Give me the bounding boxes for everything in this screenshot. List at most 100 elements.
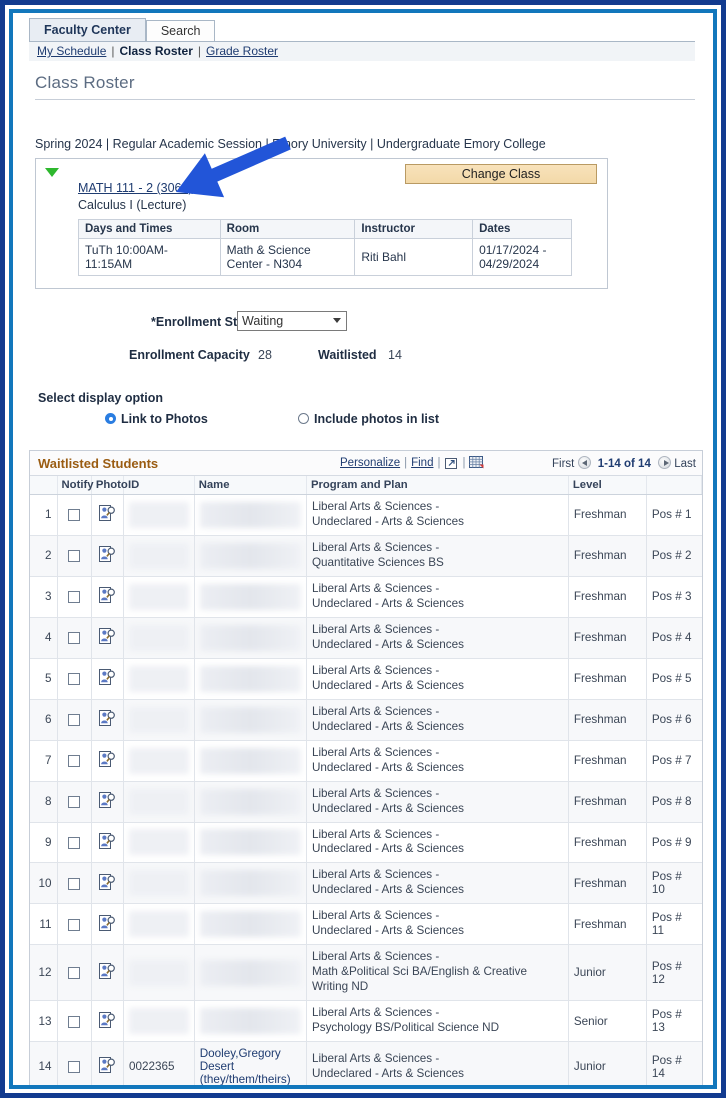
pagination-first[interactable]: First — [552, 458, 574, 470]
table-header-row: Notify Photo ID Name Program and Plan Le… — [30, 476, 703, 495]
notify-checkbox[interactable] — [68, 877, 81, 890]
enrollment-status-value: Waiting — [242, 314, 284, 328]
student-name-cell — [194, 494, 307, 536]
photo-search-icon[interactable] — [98, 832, 116, 853]
table-row: 6 Liberal Arts & Sciences - Undeclared - A… — [30, 699, 702, 741]
program-line: Liberal Arts & Sciences - — [311, 786, 440, 800]
breadcrumb-class-roster[interactable]: Class Roster — [120, 44, 193, 58]
photo-search-icon[interactable] — [98, 710, 116, 730]
program-and-plan-cell: Liberal Arts & Sciences - Undeclared - Ar… — [306, 699, 569, 741]
table-row: 10 Liberal Arts & Sciences - Undeclared - … — [30, 862, 702, 905]
program-line: Undeclared - Arts & Sciences — [311, 760, 464, 774]
photo-search-icon[interactable] — [98, 546, 116, 566]
meeting-col-dates: Dates — [472, 219, 572, 239]
notify-checkbox[interactable] — [68, 509, 81, 522]
academic-level-cell: Freshman — [568, 822, 647, 864]
photo-search-icon[interactable] — [98, 1011, 116, 1032]
row-number: 14 — [30, 1041, 58, 1085]
student-name-link[interactable]: Dooley,Gregory Desert (they/them/theirs) — [200, 1047, 291, 1085]
row-number: 10 — [30, 862, 58, 905]
pagination-last[interactable]: Last — [674, 458, 696, 470]
radio-include-photos-icon[interactable] — [298, 413, 309, 424]
photo-cell — [91, 740, 125, 782]
program-line: Math &Political Sci BA/English & Creativ… — [311, 965, 527, 979]
notify-checkbox[interactable] — [68, 591, 81, 604]
find-link[interactable]: Find — [411, 457, 433, 469]
waitlist-position-cell: Pos # 2 — [646, 535, 702, 577]
program-line: Undeclared - Arts & Sciences — [311, 842, 464, 856]
pagination-prev-arrow-icon[interactable] — [577, 456, 591, 469]
waitlist-position-cell: Pos # 11 — [646, 903, 702, 946]
photo-search-icon[interactable] — [98, 587, 116, 607]
class-link[interactable]: MATH 111 - 2 (3069) — [78, 181, 193, 195]
toolbar-separator-1: | — [404, 457, 408, 469]
program-line: Undeclared - Arts & Sciences — [311, 678, 464, 692]
pagination-next-arrow-icon[interactable] — [658, 456, 672, 469]
collapse-triangle-icon[interactable] — [45, 168, 59, 177]
download-to-spreadsheet-icon[interactable] — [469, 456, 485, 473]
photo-search-icon[interactable] — [98, 751, 116, 771]
program-and-plan-cell: Liberal Arts & Sciences - Math &Political… — [306, 944, 569, 1002]
academic-level-cell: Freshman — [568, 781, 647, 823]
notify-checkbox-cell — [57, 903, 92, 946]
photo-search-icon[interactable] — [98, 914, 116, 935]
breadcrumb-grade-roster[interactable]: Grade Roster — [206, 44, 278, 58]
program-line: Liberal Arts & Sciences - — [311, 909, 440, 923]
photo-search-icon[interactable] — [98, 1057, 116, 1077]
expand-window-icon[interactable] — [444, 456, 458, 473]
photo-search-icon[interactable] — [98, 628, 116, 648]
meeting-col-room: Room — [219, 219, 356, 239]
meeting-col-instructor: Instructor — [354, 219, 474, 239]
meeting-room-value: Math & Science Center - N304 — [219, 238, 356, 276]
change-class-button[interactable]: Change Class — [405, 164, 597, 184]
meeting-instructor-value: Riti Bahl — [354, 238, 474, 276]
program-line: Undeclared - Arts & Sciences — [311, 514, 464, 528]
tab-faculty-center[interactable]: Faculty Center — [29, 18, 146, 42]
notify-checkbox[interactable] — [68, 1061, 81, 1074]
grid-title: Waitlisted Students — [38, 456, 159, 471]
breadcrumb-my-schedule[interactable]: My Schedule — [37, 44, 106, 58]
waitlist-position-cell: Pos # 3 — [646, 576, 702, 618]
photo-search-icon[interactable] — [98, 669, 116, 689]
notify-checkbox[interactable] — [68, 673, 81, 686]
academic-level-cell: Junior — [568, 944, 647, 1002]
radio-include-photos[interactable]: Include photos in list — [298, 412, 439, 426]
tab-search[interactable]: Search — [145, 20, 216, 42]
program-and-plan-cell: Liberal Arts & Sciences - Undeclared - Ar… — [306, 903, 569, 946]
radio-link-to-photos-icon[interactable] — [105, 413, 116, 424]
notify-checkbox[interactable] — [68, 1015, 81, 1028]
photo-search-icon[interactable] — [98, 963, 116, 983]
notify-checkbox[interactable] — [68, 967, 81, 980]
notify-checkbox-cell — [57, 862, 92, 905]
notify-checkbox-cell — [57, 658, 92, 700]
enrollment-status-select[interactable]: Waiting — [237, 311, 347, 331]
radio-link-to-photos[interactable]: Link to Photos — [105, 412, 208, 426]
photo-cell — [91, 617, 125, 659]
notify-checkbox[interactable] — [68, 550, 81, 563]
notify-checkbox-cell — [57, 535, 92, 577]
redacted-id — [129, 624, 189, 651]
notify-checkbox[interactable] — [68, 795, 81, 808]
photo-cell — [91, 658, 125, 700]
redacted-name — [199, 665, 301, 692]
chevron-down-icon — [333, 318, 341, 323]
notify-checkbox[interactable] — [68, 632, 81, 645]
grid-toolbar: Personalize | Find | | — [340, 456, 485, 473]
notify-checkbox-cell — [57, 576, 92, 618]
notify-checkbox[interactable] — [68, 755, 81, 767]
personalize-link[interactable]: Personalize — [340, 457, 400, 469]
redacted-name — [199, 583, 301, 610]
redacted-id — [129, 501, 189, 528]
notify-checkbox[interactable] — [68, 714, 81, 727]
redacted-name — [199, 542, 301, 569]
photo-search-icon[interactable] — [98, 873, 116, 894]
notify-checkbox[interactable] — [68, 836, 81, 849]
redacted-id — [129, 665, 189, 692]
program-line: Liberal Arts & Sciences - — [311, 704, 440, 718]
meeting-table: Days and Times Room Instructor Dates TuT… — [78, 219, 572, 276]
col-program-and-plan: Program and Plan — [306, 476, 569, 495]
redacted-id — [129, 583, 189, 610]
photo-search-icon[interactable] — [98, 792, 116, 812]
photo-search-icon[interactable] — [98, 505, 116, 525]
notify-checkbox[interactable] — [68, 918, 81, 931]
